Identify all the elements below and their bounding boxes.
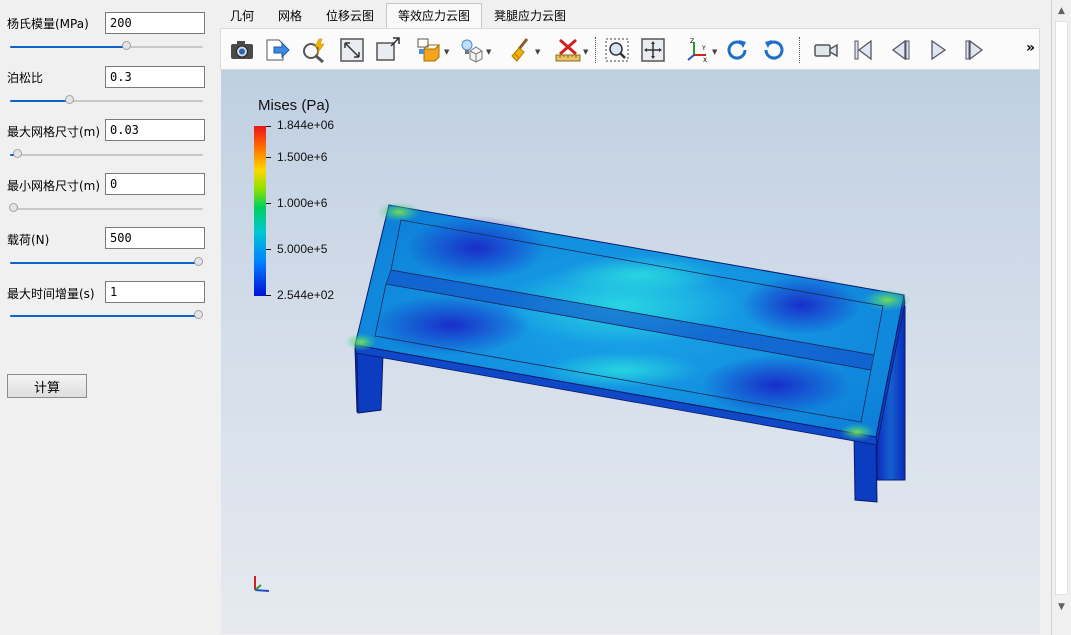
view-cube-icon[interactable]: [415, 36, 443, 64]
rubber-band-zoom-icon[interactable]: [603, 36, 631, 64]
bench-stress-model: [345, 202, 911, 503]
min-mesh-size-slider[interactable]: [9, 203, 203, 215]
load-label: 载荷(N): [7, 233, 50, 247]
zoom-box-icon[interactable]: [374, 36, 402, 64]
axes-icon[interactable]: ZYX: [684, 36, 712, 64]
pan-icon[interactable]: [639, 36, 667, 64]
min-mesh-size-input[interactable]: [105, 173, 205, 195]
min-mesh-size-label: 最小网格尺寸(m): [7, 179, 101, 193]
svg-text:X: X: [703, 57, 707, 63]
legend-label: 5.000e+5: [277, 242, 328, 256]
play-icon[interactable]: [924, 36, 952, 64]
calculate-button[interactable]: 计算: [7, 374, 87, 398]
youngs-modulus-label: 杨氏模量(MPa): [7, 17, 89, 31]
slider-thumb[interactable]: [194, 310, 203, 319]
toolbar-separator: [595, 37, 596, 63]
scroll-up-icon[interactable]: ▲: [1052, 2, 1071, 19]
youngs-modulus-input[interactable]: [105, 12, 205, 34]
camera-icon[interactable]: [228, 36, 256, 64]
max-mesh-size-input[interactable]: [105, 119, 205, 141]
max-time-increment-label: 最大时间增量(s): [7, 287, 95, 301]
max-time-increment-input[interactable]: [105, 281, 205, 303]
fit-view-icon[interactable]: [338, 36, 366, 64]
load-slider[interactable]: [10, 257, 203, 269]
toolbar-separator: [799, 37, 800, 63]
slider-thumb[interactable]: [13, 149, 22, 158]
poisson-ratio-slider[interactable]: [10, 95, 203, 107]
svg-text:Y: Y: [701, 45, 706, 52]
parameter-panel: 杨氏模量(MPa) 泊松比 最大网格尺寸(m) 最小网格尺寸(m) 载荷(N) …: [0, 0, 218, 635]
max-time-increment-slider[interactable]: [10, 310, 203, 322]
tab-bar: 几何 网格 位移云图 等效应力云图 凳腿应力云图: [220, 0, 1050, 29]
ruler-icon[interactable]: [554, 36, 582, 64]
poisson-ratio-input[interactable]: [105, 66, 205, 88]
legend-min-label: 2.544e+02: [277, 288, 335, 302]
poisson-ratio-label: 泊松比: [7, 71, 44, 85]
light-icon[interactable]: [457, 36, 485, 64]
slider-thumb[interactable]: [122, 41, 131, 50]
export-icon[interactable]: [263, 36, 291, 64]
next-frame-icon[interactable]: [961, 36, 989, 64]
3d-viewport[interactable]: Mises (Pa) 1.844e+06 1.500e+6 1.000e+6 5…: [221, 70, 1040, 634]
video-camera-icon[interactable]: [812, 36, 840, 64]
first-frame-icon[interactable]: [849, 36, 877, 64]
colorbar-tick: [266, 126, 271, 127]
colorbar-tick: [266, 203, 271, 204]
svg-text:Z: Z: [690, 38, 694, 45]
rotate-ccw-icon[interactable]: [760, 36, 788, 64]
tab-geometry[interactable]: 几何: [224, 4, 260, 28]
max-mesh-size-label: 最大网格尺寸(m): [7, 125, 101, 139]
legend-max-label: 1.844e+06: [277, 118, 335, 132]
scrollbar-track[interactable]: [1055, 21, 1068, 595]
load-input[interactable]: [105, 227, 205, 249]
colorbar-tick: [266, 249, 271, 250]
youngs-modulus-slider[interactable]: [10, 41, 203, 53]
slider-thumb[interactable]: [65, 95, 74, 104]
tab-mesh[interactable]: 网格: [272, 4, 308, 28]
prev-frame-icon[interactable]: [886, 36, 914, 64]
legend-title: Mises (Pa): [258, 97, 330, 114]
query-icon[interactable]: [300, 36, 328, 64]
slider-thumb[interactable]: [9, 203, 18, 212]
legend-label: 1.500e+6: [277, 150, 328, 164]
vertical-scrollbar[interactable]: ▲ ▼: [1051, 0, 1071, 635]
legend-label: 1.000e+6: [277, 196, 328, 210]
scroll-down-icon[interactable]: ▼: [1052, 598, 1071, 615]
toolbar: ▼ ▼ ▼ ▼ ZYX ▼ »: [220, 28, 1040, 70]
rotate-cw-icon[interactable]: [723, 36, 751, 64]
tab-displacement-contour[interactable]: 位移云图: [320, 4, 380, 28]
max-mesh-size-slider[interactable]: [10, 149, 203, 161]
slider-thumb[interactable]: [194, 257, 203, 266]
tab-leg-stress-contour[interactable]: 凳腿应力云图: [488, 4, 572, 28]
colorbar-tick: [266, 157, 271, 158]
clean-icon[interactable]: [506, 36, 534, 64]
stress-colorbar: [254, 126, 266, 296]
orientation-axes-icon: [254, 576, 270, 592]
colorbar-tick: [266, 295, 271, 296]
toolbar-overflow-button[interactable]: »: [1026, 40, 1035, 56]
tab-von-mises-contour[interactable]: 等效应力云图: [386, 3, 482, 29]
